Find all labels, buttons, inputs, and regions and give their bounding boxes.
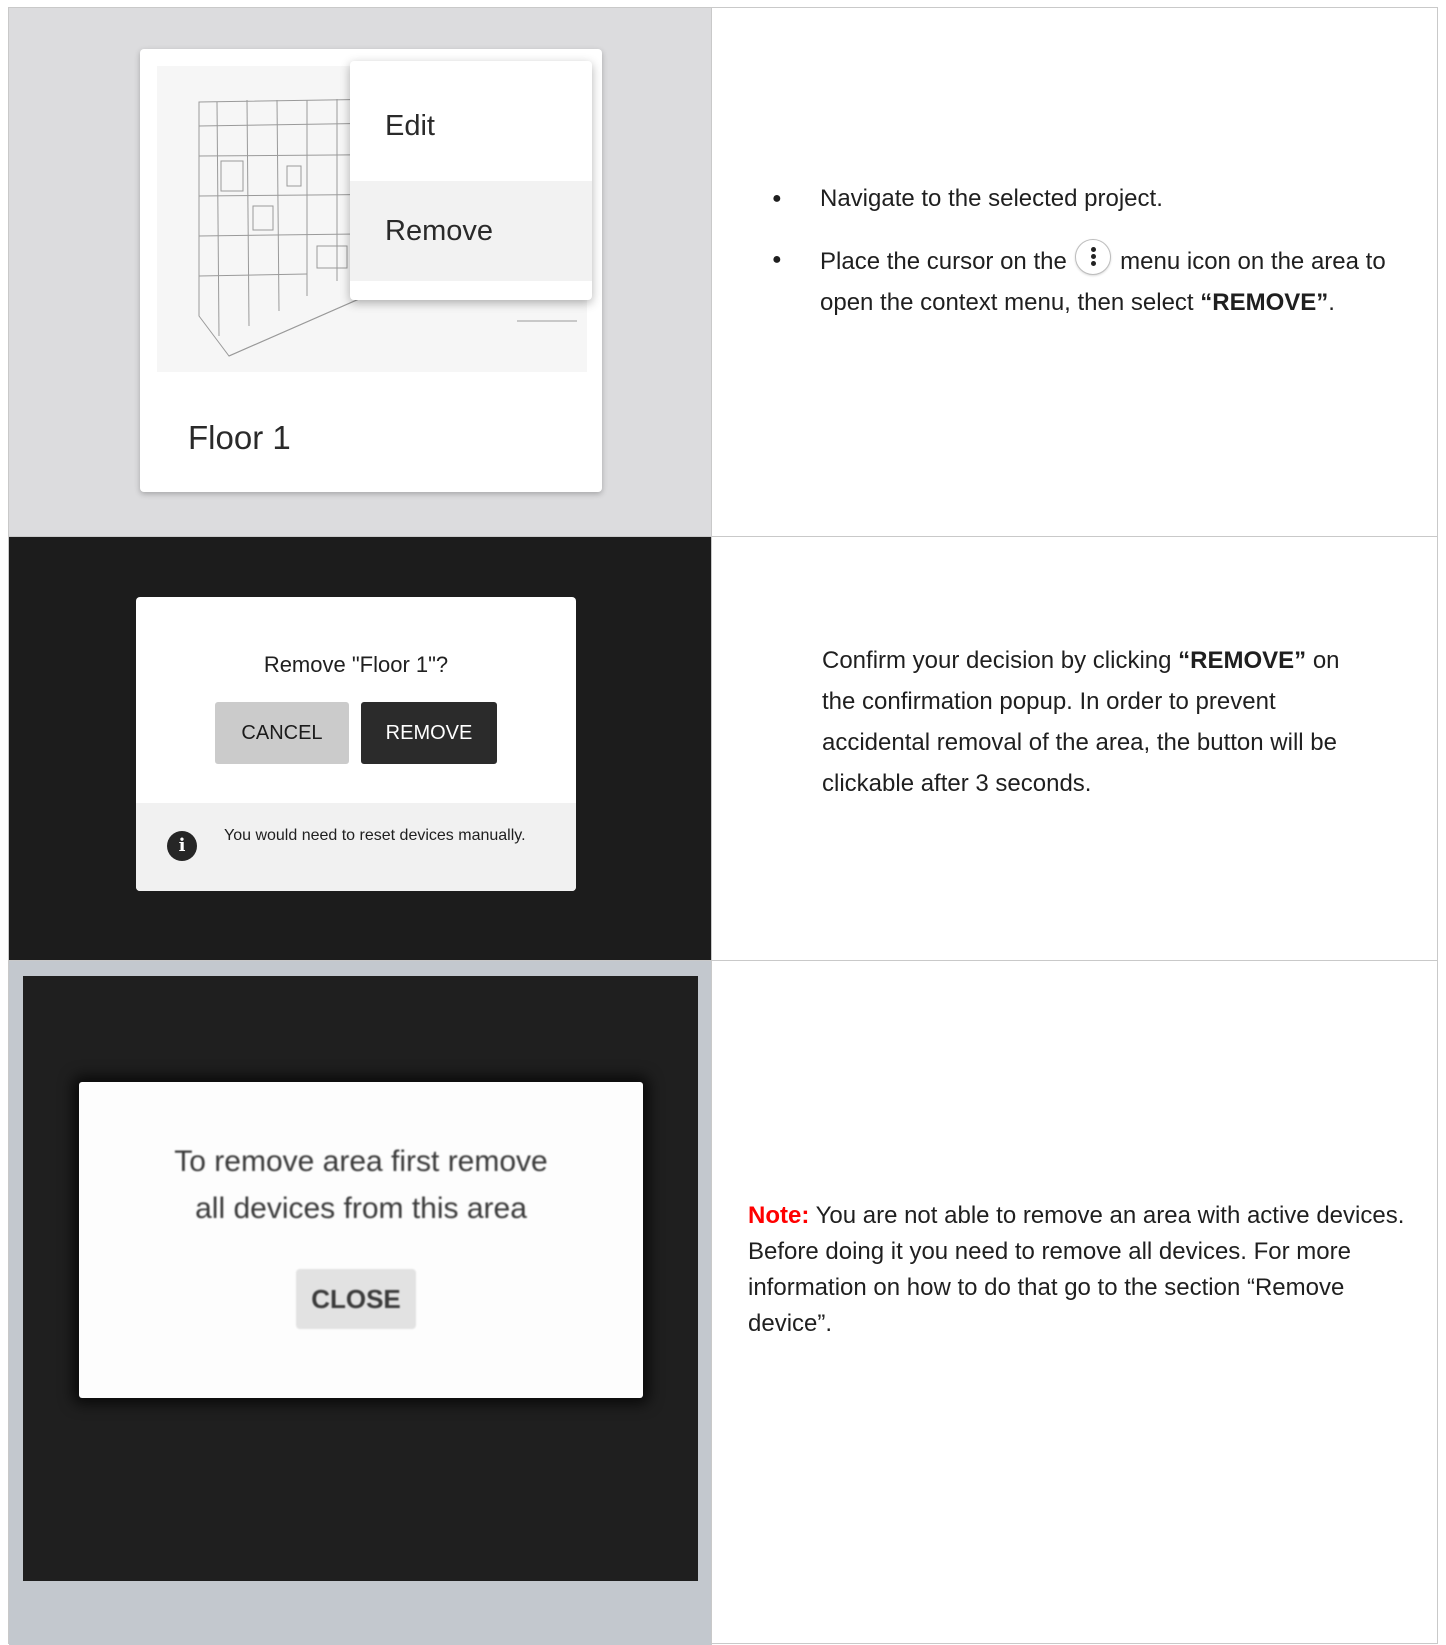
screenshot-cell: Floor 1 Edit Remove (9, 8, 712, 536)
blocked-dialog: To remove area first remove all devices … (79, 1082, 643, 1398)
dialog-title: Remove "Floor 1"? (263, 652, 449, 677)
screenshot-cell: To remove area first remove all devices … (9, 961, 712, 1645)
remove-button[interactable]: REMOVE (361, 702, 497, 764)
confirm-dialog: Remove "Floor 1"? CANCEL REMOVE i You wo… (136, 597, 576, 891)
bullet-bold-remove: “REMOVE” (1200, 289, 1329, 316)
step-row-confirm: Remove "Floor 1"? CANCEL REMOVE i You wo… (9, 537, 1437, 961)
confirm-description: Confirm your decision by clicking “REMOV… (822, 640, 1352, 804)
instruction-cell: ● Navigate to the selected project. ● Pl… (712, 8, 1437, 536)
menu-item-edit[interactable]: Edit (350, 76, 592, 176)
area-card-title: Floor 1 (188, 419, 291, 456)
bullet-text-end: . (1328, 289, 1335, 316)
note-body: You are not able to remove an area with … (748, 1202, 1405, 1337)
instruction-cell: Confirm your decision by clicking “REMOV… (712, 537, 1437, 960)
footer-warning-text: You would need to reset devices manually… (224, 827, 526, 844)
description-bold-remove: “REMOVE” (1178, 647, 1307, 674)
instruction-bullets: ● Navigate to the selected project. ● Pl… (772, 178, 1412, 343)
screenshot-cell: Remove "Floor 1"? CANCEL REMOVE i You wo… (9, 537, 712, 960)
bullet-text: Navigate to the selected project. (820, 185, 1163, 212)
blocked-message-line1: To remove area first remove (174, 1145, 548, 1178)
menu-item-remove[interactable]: Remove (350, 181, 592, 281)
context-menu: Edit Remove (350, 61, 592, 300)
blocked-dialog-message: To remove area first remove all devices … (79, 1138, 643, 1232)
note-label: Note: (748, 1202, 810, 1229)
instruction-table: Floor 1 Edit Remove ● Navigate to the se… (8, 7, 1438, 1645)
step-row-open-menu: Floor 1 Edit Remove ● Navigate to the se… (9, 8, 1437, 537)
blocked-message-line2: all devices from this area (195, 1192, 527, 1225)
bullet-text-before-icon: Place the cursor on the (820, 248, 1074, 275)
dialog-footer: i You would need to reset devices manual… (136, 803, 576, 891)
note-paragraph: Note: You are not able to remove an area… (748, 1198, 1408, 1342)
bullet-dot-icon: ● (772, 251, 782, 268)
instruction-cell: Note: You are not able to remove an area… (712, 961, 1437, 1645)
description-text-before: Confirm your decision by clicking (822, 647, 1179, 674)
cancel-button[interactable]: CANCEL (215, 702, 349, 764)
step-row-note: To remove area first remove all devices … (9, 961, 1437, 1645)
bullet-navigate: ● Navigate to the selected project. (772, 178, 1412, 219)
kebab-menu-icon (1075, 239, 1112, 275)
blocked-removal-screenshot: To remove area first remove all devices … (23, 976, 698, 1581)
bullet-dot-icon: ● (772, 190, 782, 207)
bullet-open-menu: ● Place the cursor on the menu icon on t… (772, 239, 1412, 323)
close-button[interactable]: CLOSE (296, 1269, 416, 1329)
info-icon: i (167, 831, 197, 861)
